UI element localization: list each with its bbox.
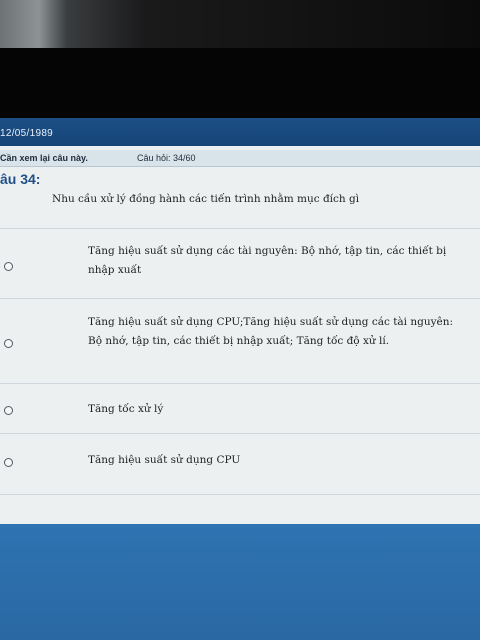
- background-wall: [0, 0, 480, 48]
- desktop-background: [0, 524, 480, 640]
- question-counter: Câu hỏi: 34/60: [137, 153, 196, 163]
- answer-option[interactable]: Tăng hiệu suất sử dụng các tài nguyên: B…: [0, 228, 480, 299]
- question-text: Nhu cầu xử lý đồng hành các tiến trình n…: [52, 193, 360, 205]
- answer-option[interactable]: Tăng hiệu suất sử dụng CPU;Tăng hiệu suấ…: [0, 298, 480, 384]
- review-flag-link[interactable]: Cần xem lại câu này.: [0, 153, 88, 163]
- radio-button[interactable]: [4, 458, 13, 467]
- answer-option[interactable]: Tăng hiệu suất sử dụng CPU: [0, 433, 480, 495]
- answer-option[interactable]: Tăng tốc xử lý: [0, 383, 480, 434]
- question-panel: Cần xem lại câu này. Câu hỏi: 34/60 âu 3…: [0, 146, 480, 543]
- radio-button[interactable]: [4, 406, 13, 415]
- monitor-bezel: [0, 48, 480, 118]
- radio-button[interactable]: [4, 262, 13, 271]
- answer-option-label: Tăng hiệu suất sử dụng CPU: [88, 454, 241, 466]
- answer-option-label: Tăng hiệu suất sử dụng các tài nguyên: B…: [88, 245, 447, 276]
- question-title: âu 34:: [0, 171, 41, 187]
- radio-button[interactable]: [4, 339, 13, 348]
- info-bar: Cần xem lại câu này. Câu hỏi: 34/60: [0, 150, 480, 167]
- answer-option-label: Tăng hiệu suất sử dụng CPU;Tăng hiệu suấ…: [88, 316, 454, 347]
- header-date: 12/05/1989: [0, 128, 54, 139]
- header-bar: 12/05/1989: [0, 118, 480, 146]
- answer-option-label: Tăng tốc xử lý: [88, 403, 164, 415]
- screen: 12/05/1989 Cần xem lại câu này. Câu hỏi:…: [0, 118, 480, 640]
